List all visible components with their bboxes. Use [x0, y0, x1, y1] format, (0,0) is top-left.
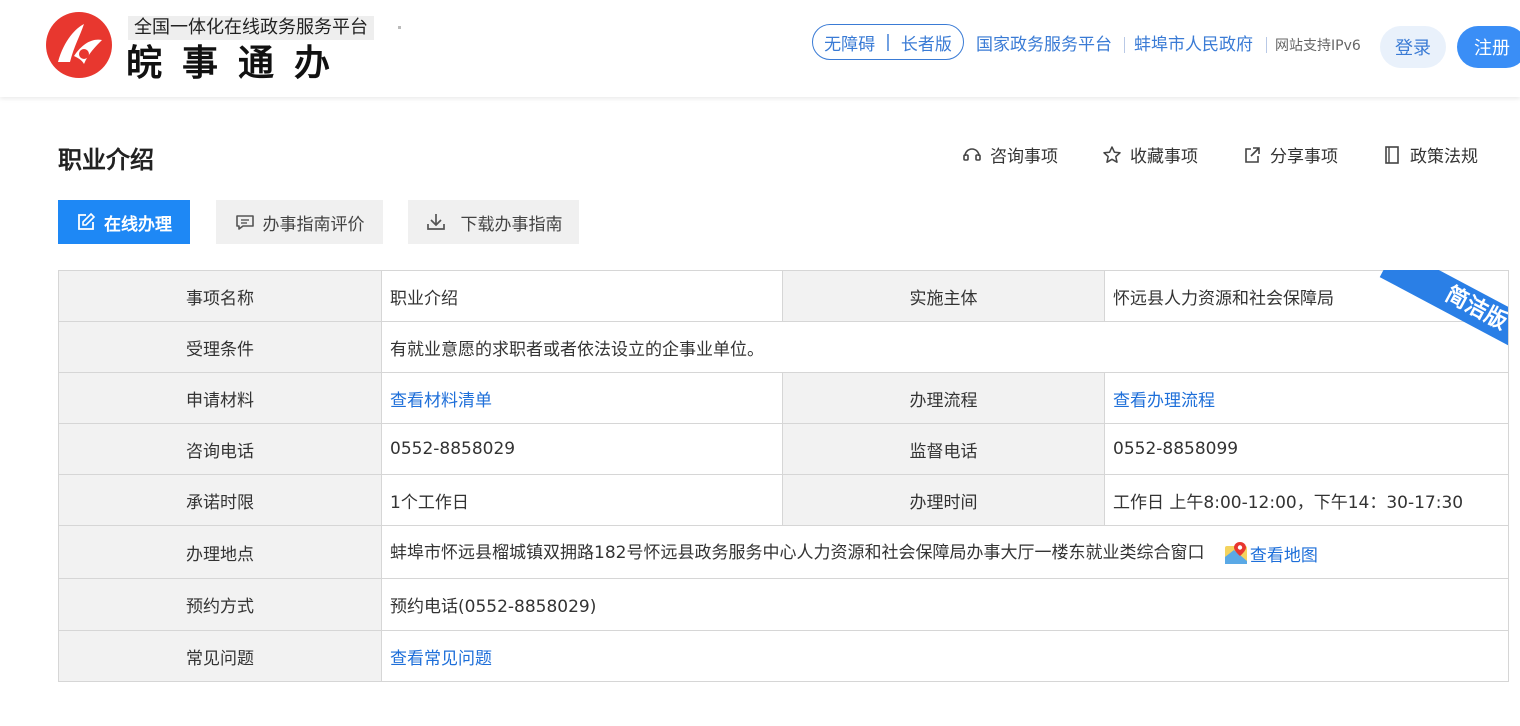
header-divider [1124, 37, 1125, 53]
location-label: 办理地点 [58, 525, 382, 579]
table-row: 受理条件 有就业意愿的求职者或者依法设立的企事业单位。 [58, 321, 1509, 373]
time-limit-value: 1个工作日 [381, 474, 783, 526]
book-icon [1385, 145, 1399, 164]
national-platform-link[interactable]: 国家政务服务平台 [976, 34, 1112, 56]
appointment-value: 预约电话(0552-8858029) [381, 578, 1509, 631]
consult-item-button[interactable]: 咨询事项 [962, 142, 1058, 167]
hours-value: 工作日 上午8:00-12:00，下午14：30-17:30 [1104, 474, 1509, 526]
condition-label: 受理条件 [58, 321, 382, 373]
guide-evaluation-button[interactable]: 办事指南评价 [216, 200, 383, 244]
table-row: 事项名称 职业介绍 实施主体 怀远县人力资源和社会保障局 [58, 270, 1509, 322]
process-link[interactable]: 查看办理流程 [1104, 372, 1509, 424]
consult-icon [963, 147, 981, 161]
bengbu-gov-link[interactable]: 蚌埠市人民政府 [1134, 34, 1253, 56]
platform-subtitle: 全国一体化在线政务服务平台 [128, 16, 374, 40]
download-guide-label: 下载办事指南 [460, 214, 563, 235]
location-value: 蚌埠市怀远县榴城镇双拥路182号怀远县政务服务中心人力资源和社会保障局办事大厅一… [390, 543, 1205, 564]
site-header: 全国一体化在线政务服务平台 皖事通办 无障碍 | 长者版 国家政务服务平台 蚌埠… [0, 0, 1520, 97]
hours-label: 办理时间 [782, 474, 1105, 526]
table-row: 办理地点 蚌埠市怀远县榴城镇双拥路182号怀远县政务服务中心人力资源和社会保障局… [58, 525, 1509, 579]
table-row: 承诺时限 1个工作日 办理时间 工作日 上午8:00-12:00，下午14：30… [58, 474, 1509, 526]
header-divider [1266, 37, 1267, 53]
no-barrier-link[interactable]: 无障碍 [824, 30, 875, 55]
supervise-phone-value: 0552-8858099 [1104, 423, 1509, 475]
elder-mode-link[interactable]: 长者版 [901, 30, 952, 55]
subject-label: 实施主体 [782, 270, 1105, 322]
logo-icon[interactable] [44, 10, 114, 80]
appointment-label: 预约方式 [58, 578, 382, 631]
consult-phone-label: 咨询电话 [58, 423, 382, 475]
login-button[interactable]: 登录 [1380, 26, 1446, 68]
comment-icon [235, 215, 254, 230]
consult-item-label: 咨询事项 [990, 147, 1058, 167]
share-item-button[interactable]: 分享事项 [1242, 142, 1338, 167]
materials-link[interactable]: 查看材料清单 [381, 372, 783, 424]
guide-evaluation-label: 办事指南评价 [262, 214, 365, 235]
online-apply-label: 在线办理 [104, 214, 172, 235]
ribbon-label: 简洁版 [1379, 270, 1508, 348]
site-title[interactable]: 皖事通办 [126, 40, 350, 86]
share-icon [1245, 146, 1260, 163]
map-pin-icon [1224, 542, 1247, 565]
pill-separator: | [885, 32, 891, 52]
process-label: 办理流程 [782, 372, 1105, 424]
table-row: 咨询电话 0552-8858029 监督电话 0552-8858099 [58, 423, 1509, 475]
consult-phone-value: 0552-8858029 [381, 423, 783, 475]
service-info-table: 事项名称 职业介绍 实施主体 怀远县人力资源和社会保障局 受理条件 有就业意愿的… [58, 270, 1509, 682]
item-name-value: 职业介绍 [381, 270, 783, 322]
location-cell: 蚌埠市怀远县榴城镇双拥路182号怀远县政务服务中心人力资源和社会保障局办事大厅一… [381, 525, 1509, 579]
register-button[interactable]: 注册 [1457, 26, 1520, 68]
policy-button[interactable]: 政策法规 [1382, 142, 1478, 167]
table-row: 预约方式 预约电话(0552-8858029) [58, 578, 1509, 631]
faq-link[interactable]: 查看常见问题 [381, 630, 1509, 682]
download-guide-button[interactable]: 下载办事指南 [408, 200, 579, 244]
ipv6-note: 网站支持IPv6 [1275, 38, 1361, 54]
share-item-label: 分享事项 [1270, 147, 1338, 167]
star-icon [1103, 145, 1121, 163]
simple-version-ribbon[interactable]: 简洁版 [1358, 270, 1508, 348]
favorite-item-button[interactable]: 收藏事项 [1102, 142, 1198, 167]
favorite-item-label: 收藏事项 [1130, 147, 1198, 167]
divider-dot [398, 26, 401, 29]
edit-icon [78, 212, 96, 230]
table-row: 常见问题 查看常见问题 [58, 630, 1509, 682]
item-name-label: 事项名称 [58, 270, 382, 322]
download-icon [426, 214, 445, 230]
view-map-link[interactable]: 查看地图 [1224, 541, 1318, 566]
page-title: 职业介绍 [58, 146, 154, 174]
policy-label: 政策法规 [1410, 147, 1478, 167]
view-map-label: 查看地图 [1249, 545, 1318, 566]
condition-value: 有就业意愿的求职者或者依法设立的企事业单位。 [381, 321, 1509, 373]
materials-label: 申请材料 [58, 372, 382, 424]
accessibility-toggle: 无障碍 | 长者版 [812, 24, 964, 60]
table-row: 申请材料 查看材料清单 办理流程 查看办理流程 [58, 372, 1509, 424]
time-limit-label: 承诺时限 [58, 474, 382, 526]
faq-label: 常见问题 [58, 630, 382, 682]
supervise-phone-label: 监督电话 [782, 423, 1105, 475]
online-apply-button[interactable]: 在线办理 [58, 200, 190, 244]
